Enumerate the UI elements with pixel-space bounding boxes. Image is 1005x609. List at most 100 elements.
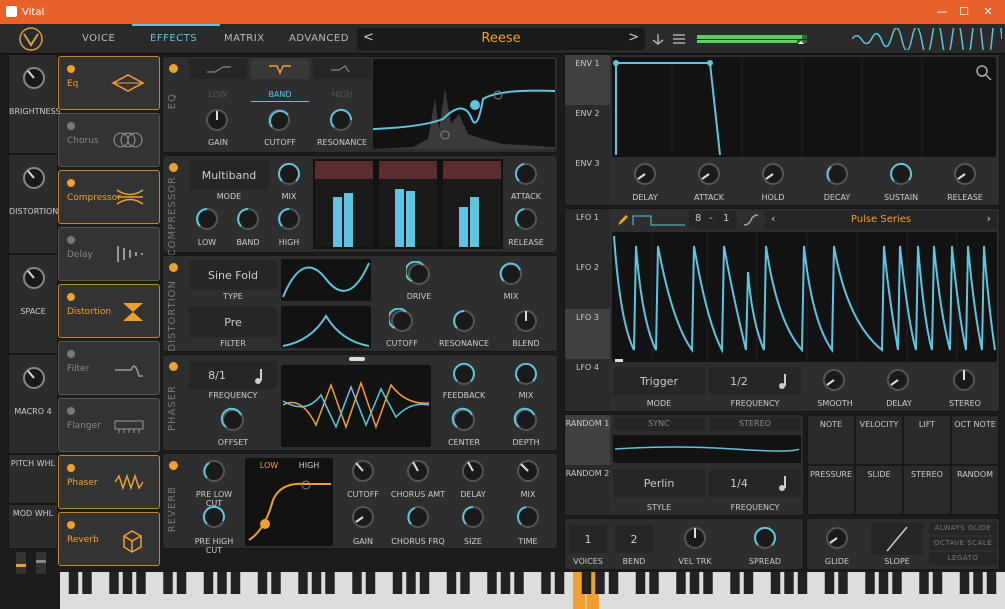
fx-eq-button[interactable]: Eq bbox=[58, 56, 160, 110]
black-key[interactable] bbox=[311, 572, 322, 594]
random-frequency-selector[interactable]: 1/4 bbox=[709, 469, 801, 497]
macro-knob[interactable] bbox=[21, 65, 47, 91]
mod-source-pressure[interactable]: PRESSURE bbox=[807, 465, 855, 515]
black-key[interactable] bbox=[986, 572, 997, 594]
eq-band-shape-button[interactable] bbox=[251, 59, 309, 79]
env-attack-knob[interactable] bbox=[696, 161, 722, 187]
phaser-feedback-knob[interactable] bbox=[451, 361, 477, 387]
macro-knob[interactable] bbox=[21, 365, 47, 391]
eq-band-high[interactable]: HIGH bbox=[313, 90, 371, 99]
fx-toggle[interactable] bbox=[67, 350, 75, 358]
lfo-tab-4[interactable]: LFO 4 bbox=[565, 359, 610, 409]
glide-knob[interactable] bbox=[824, 525, 850, 551]
reverb-size-knob[interactable] bbox=[460, 504, 486, 530]
black-key[interactable] bbox=[919, 572, 929, 594]
black-key[interactable] bbox=[406, 572, 416, 594]
lfo-shape-prev-button[interactable]: ‹ bbox=[771, 212, 775, 225]
reverb-chorus-frq-knob[interactable] bbox=[405, 504, 431, 530]
mod-source-oct-note[interactable]: OCT NOTE bbox=[951, 415, 999, 465]
black-key[interactable] bbox=[446, 572, 457, 594]
fx-flanger-button[interactable]: Flanger bbox=[58, 398, 160, 452]
eq-band-band[interactable]: BAND bbox=[251, 90, 309, 99]
black-key[interactable] bbox=[500, 572, 511, 594]
random-style-selector[interactable]: Perlin bbox=[613, 469, 705, 497]
mod-source-lift[interactable]: LIFT bbox=[903, 415, 951, 465]
black-key[interactable] bbox=[122, 572, 133, 594]
octave-scale-toggle[interactable]: OCTAVE SCALE bbox=[929, 537, 997, 550]
black-key[interactable] bbox=[865, 572, 875, 594]
lfo-shape-selector[interactable]: ‹ Pulse Series › bbox=[765, 211, 997, 229]
mod-source-velocity[interactable]: VELOCITY bbox=[855, 415, 903, 465]
pitch-wheel[interactable]: PITCH WHL bbox=[8, 454, 58, 504]
lfo-frequency-selector[interactable]: 1/2 bbox=[709, 367, 801, 395]
env-delay-knob[interactable] bbox=[632, 161, 658, 187]
eq-gain-knob[interactable] bbox=[204, 107, 230, 133]
legato-toggle[interactable]: LEGATO bbox=[929, 552, 997, 565]
slope-display[interactable] bbox=[871, 523, 923, 555]
reverb-tab-high[interactable]: HIGH bbox=[291, 461, 327, 470]
mod-source-slide[interactable]: SLIDE bbox=[855, 465, 903, 515]
distortion-type-selector[interactable]: Sine Fold bbox=[189, 260, 277, 290]
lfo-ratio[interactable]: 8 - 1 bbox=[689, 211, 737, 229]
menu-icon[interactable] bbox=[672, 33, 686, 45]
pencil-icon[interactable] bbox=[617, 214, 629, 226]
black-key[interactable] bbox=[136, 572, 146, 594]
distortion-blend-knob[interactable] bbox=[513, 308, 539, 334]
black-key[interactable] bbox=[487, 572, 497, 594]
preset-selector[interactable]: < Reese > bbox=[357, 28, 645, 50]
phaser-offset-knob[interactable] bbox=[220, 407, 246, 433]
black-key[interactable] bbox=[230, 572, 241, 594]
reverb-cutoff-knob[interactable] bbox=[350, 458, 376, 484]
eq-band-low[interactable]: LOW bbox=[189, 90, 247, 99]
reverb-tab-low[interactable]: LOW bbox=[251, 461, 287, 470]
black-key[interactable] bbox=[635, 572, 646, 594]
lfo-smooth-knob[interactable] bbox=[821, 367, 847, 393]
distortion-mix-knob[interactable] bbox=[498, 261, 524, 287]
black-key[interactable] bbox=[581, 572, 592, 594]
lfo-tab-2[interactable]: LFO 2 bbox=[565, 259, 610, 309]
eq-low-shape-button[interactable] bbox=[189, 59, 247, 79]
fx-distortion-button[interactable]: Distortion bbox=[58, 284, 160, 338]
mod-source-stereo[interactable]: STEREO bbox=[903, 465, 951, 515]
black-key[interactable] bbox=[82, 572, 92, 594]
black-key[interactable] bbox=[878, 572, 889, 594]
lfo-phase-handle[interactable] bbox=[615, 359, 623, 362]
tab-advanced[interactable]: ADVANCED bbox=[289, 33, 349, 44]
black-key[interactable] bbox=[352, 572, 362, 594]
random-stereo-button[interactable]: STEREO bbox=[709, 417, 801, 431]
black-key[interactable] bbox=[271, 572, 281, 594]
black-key[interactable] bbox=[514, 572, 524, 594]
env-release-knob[interactable] bbox=[952, 161, 978, 187]
lfo-mode-selector[interactable]: Trigger bbox=[613, 367, 705, 395]
env-tab-1[interactable]: ENV 1 bbox=[565, 55, 610, 105]
fx-compressor-button[interactable]: Compressor bbox=[58, 170, 160, 224]
black-key[interactable] bbox=[743, 572, 754, 594]
black-key[interactable] bbox=[689, 572, 700, 594]
fx-toggle[interactable] bbox=[67, 293, 75, 301]
reverb-mix-knob[interactable] bbox=[515, 458, 541, 484]
black-key[interactable] bbox=[419, 572, 430, 594]
eq-response-display[interactable] bbox=[373, 59, 555, 149]
black-key[interactable] bbox=[298, 572, 308, 594]
black-key[interactable] bbox=[541, 572, 551, 594]
fx-reverb-button[interactable]: Reverb bbox=[58, 512, 160, 566]
minimize-button[interactable]: — bbox=[932, 4, 952, 20]
black-key[interactable] bbox=[203, 572, 214, 594]
compressor-high-knob[interactable] bbox=[276, 206, 302, 232]
random-tab-1[interactable]: RANDOM 1 bbox=[565, 415, 610, 465]
reverb-eq-display[interactable]: LOW HIGH bbox=[245, 458, 333, 546]
fx-toggle[interactable] bbox=[67, 179, 75, 187]
compressor-low-knob[interactable] bbox=[194, 206, 220, 232]
tempo-note-icon[interactable] bbox=[777, 372, 793, 390]
preset-next-button[interactable]: > bbox=[628, 30, 639, 45]
lfo-shape-next-button[interactable]: › bbox=[987, 212, 991, 225]
close-button[interactable]: ✕ bbox=[978, 4, 998, 20]
fx-toggle[interactable] bbox=[67, 65, 75, 73]
black-key[interactable] bbox=[676, 572, 686, 594]
eq-cutoff-knob[interactable] bbox=[266, 107, 292, 133]
lfo-display[interactable] bbox=[612, 232, 997, 362]
env-tab-3[interactable]: ENV 3 bbox=[565, 155, 610, 205]
env-tab-2[interactable]: ENV 2 bbox=[565, 105, 610, 155]
smooth-curve-icon[interactable] bbox=[743, 213, 759, 227]
lfo-shape-preview[interactable] bbox=[631, 213, 687, 227]
